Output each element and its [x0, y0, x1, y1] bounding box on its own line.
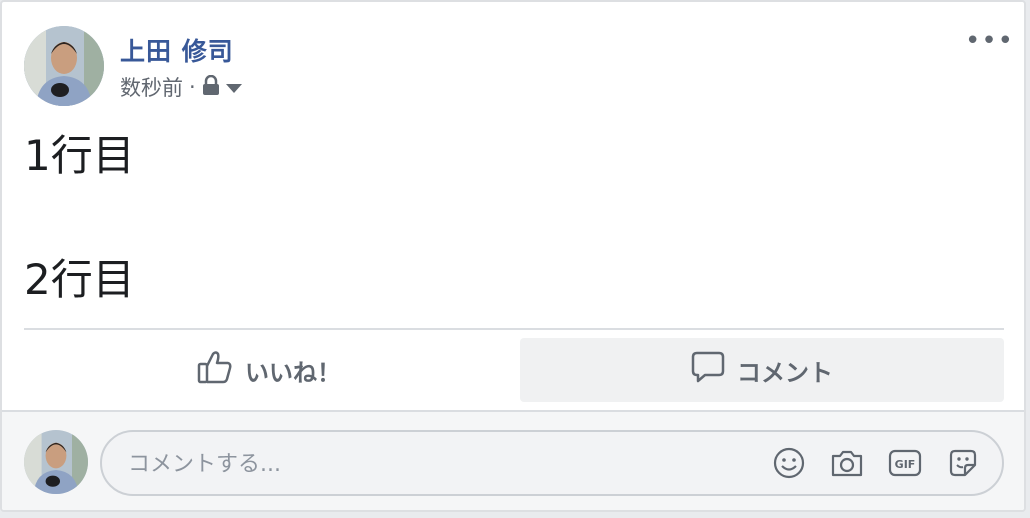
post-line-1: 1行目 — [24, 131, 135, 180]
meta-separator: · — [189, 75, 196, 99]
like-button[interactable]: いいね！ — [24, 338, 514, 402]
post-text: 1行目 2行目 — [24, 126, 135, 310]
post-actions: いいね！ コメント — [24, 338, 1004, 402]
privacy-selector[interactable] — [202, 74, 242, 100]
camera-icon[interactable] — [830, 446, 864, 480]
post-card: 上田 修司 数秒前 · ••• 1行目 2行目 いいね！ コメント コメントする… — [0, 0, 1026, 512]
author-avatar[interactable] — [24, 26, 104, 106]
chevron-down-icon — [225, 75, 242, 99]
post-line-2: 2行目 — [24, 255, 135, 304]
comment-button[interactable]: コメント — [520, 338, 1004, 402]
post-timestamp[interactable]: 数秒前 — [120, 72, 183, 102]
comment-box: GIF — [100, 430, 1004, 496]
author-name[interactable]: 上田 修司 — [120, 32, 234, 68]
comment-label: コメント — [737, 358, 833, 387]
emoji-icon[interactable] — [772, 446, 806, 480]
speech-bubble-icon — [691, 350, 725, 390]
sticker-icon[interactable] — [946, 446, 980, 480]
svg-text:GIF: GIF — [895, 458, 916, 471]
viewer-avatar[interactable] — [24, 430, 88, 494]
comment-tools: GIF — [772, 446, 980, 480]
post-header: 上田 修司 数秒前 · ••• — [24, 26, 1014, 110]
post-meta: 数秒前 · — [120, 72, 242, 102]
like-label: いいね！ — [245, 358, 341, 387]
comment-input[interactable] — [126, 432, 730, 496]
comment-composer: GIF — [2, 412, 1024, 510]
lock-icon — [202, 74, 220, 100]
thumbs-up-icon — [197, 350, 233, 390]
more-options-button[interactable]: ••• — [965, 28, 1014, 54]
gif-icon[interactable]: GIF — [888, 446, 922, 480]
post-divider — [24, 328, 1004, 330]
